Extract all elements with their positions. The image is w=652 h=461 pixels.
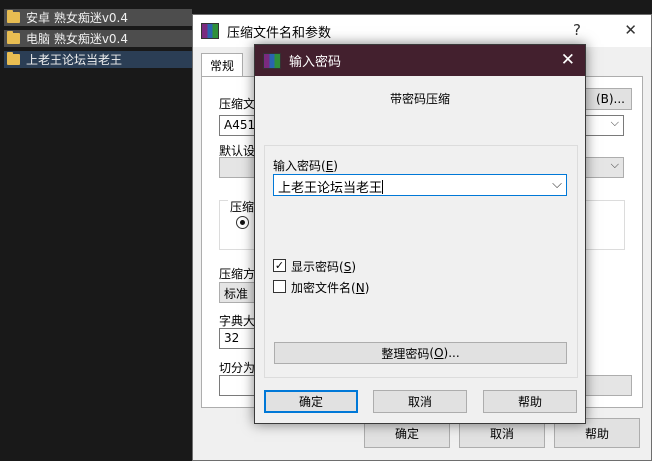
password-dialog-titlebar: 输入密码 ✕ (255, 45, 585, 76)
show-password-checkbox[interactable]: ✓ (273, 259, 286, 272)
cancel-button[interactable]: 取消 (373, 390, 467, 413)
help-button[interactable]: 帮助 (483, 390, 577, 413)
split-volume-field[interactable] (219, 375, 259, 396)
tab-bar: 常规 (201, 53, 244, 77)
help-icon[interactable]: ? (573, 21, 581, 39)
file-name: 上老王论坛当老王 (26, 53, 123, 67)
organize-passwords-button[interactable]: 整理密码(O)... (274, 342, 567, 364)
close-icon[interactable]: ✕ (624, 21, 637, 39)
split-unit-select[interactable] (582, 375, 632, 396)
password-dialog: 输入密码 ✕ 带密码压缩 输入密码(E) 上老王论坛当老王 ⌵ ✓ 显示密码(S… (254, 44, 586, 424)
dictionary-size-select[interactable]: 32 (219, 328, 259, 349)
winrar-icon (201, 23, 219, 39)
file-row[interactable]: 电脑 熟女痴迷v0.4 (4, 30, 192, 47)
dialog-titlebar: 压缩文件名和参数 (193, 15, 651, 47)
file-name: 电脑 熟女痴迷v0.4 (26, 32, 129, 46)
file-name: 安卓 熟女痴迷v0.4 (26, 11, 129, 25)
format-radio[interactable] (236, 216, 249, 229)
file-row[interactable]: 安卓 熟女痴迷v0.4 (4, 9, 192, 26)
folder-icon (7, 31, 20, 44)
password-heading: 带密码压缩 (389, 92, 450, 106)
tab-general[interactable]: 常规 (201, 53, 244, 77)
text-caret (382, 180, 384, 194)
folder-icon (7, 52, 20, 65)
compression-format-label: 压缩 (228, 198, 257, 215)
folder-icon (7, 10, 20, 23)
compression-method-label: 压缩方 (219, 267, 256, 281)
encrypt-filenames-checkbox[interactable] (273, 280, 286, 293)
password-dialog-title: 输入密码 (289, 55, 342, 70)
chevron-down-icon[interactable]: ⌵ (611, 116, 619, 130)
browse-button[interactable]: (B)... (582, 88, 632, 110)
password-label: 输入密码(E) (273, 159, 338, 173)
winrar-icon (263, 52, 281, 69)
chevron-down-icon[interactable]: ⌵ (552, 177, 562, 192)
ok-button[interactable]: 确定 (264, 390, 358, 413)
encrypt-filenames-label[interactable]: 加密文件名(N) (291, 279, 369, 296)
dictionary-size-label: 字典大 (219, 314, 256, 328)
password-input[interactable]: 上老王论坛当老王 ⌵ (273, 174, 567, 196)
dialog-title: 压缩文件名和参数 (227, 25, 332, 41)
close-icon[interactable]: ✕ (561, 50, 575, 70)
split-volume-label: 切分为 (219, 361, 256, 375)
show-password-label[interactable]: 显示密码(S) (291, 258, 356, 275)
file-row-selected[interactable]: 上老王论坛当老王 (4, 51, 192, 68)
compression-method-select[interactable]: 标准 (219, 282, 259, 303)
chevron-down-icon[interactable]: ⌵ (611, 158, 619, 172)
archive-name-label: 压缩文 (219, 97, 256, 111)
